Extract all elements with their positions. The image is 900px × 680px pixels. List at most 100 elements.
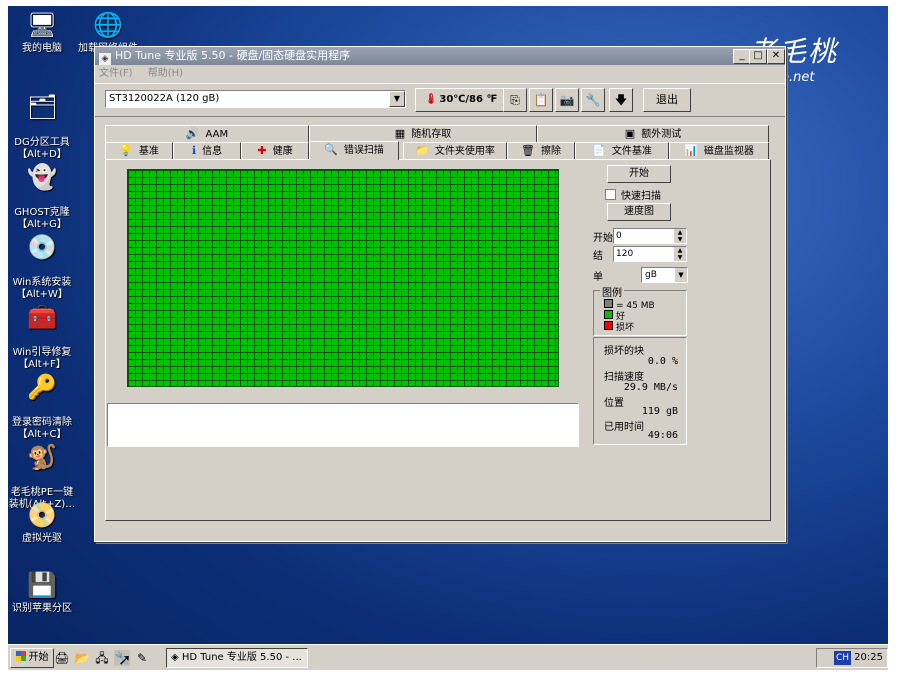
tab-folder-usage[interactable]: 📁 文件夹使用率 <box>403 142 507 160</box>
scan-stats-group: 损坏的块 0.0 % 扫描速度 29.9 MB/s 位置 119 gB 已用时间… <box>593 337 687 445</box>
folder-icon: 📁 <box>415 144 429 157</box>
key-icon: 🔑 <box>27 373 57 401</box>
bar-chart-icon: 📊 <box>684 144 698 157</box>
save-button[interactable]: 🡇 <box>609 88 633 112</box>
hdtune-task-icon: ◈ <box>171 652 182 663</box>
desktop-icon-dg-partition[interactable]: 🗂 DG分区工具 【Alt+D】 <box>8 80 80 161</box>
desktop-icon-laomaotao-pe[interactable]: 🐒 老毛桃PE一键 装机(Alt+Z)… <box>8 430 80 511</box>
quick-scan-label: 快速扫描 <box>621 191 661 202</box>
toolbar: ST3120022A (120 gB) ▼ 🌡 30℃/86 ℉ ⎘ 📋 📷 🔧 … <box>95 83 785 117</box>
install-disc-icon: 💿 <box>27 233 57 261</box>
elapsed-time-value: 49:06 <box>647 430 678 441</box>
maximize-button[interactable]: □ <box>749 49 767 64</box>
bad-swatch <box>604 321 613 330</box>
copy-icon: ⎘ <box>510 93 520 107</box>
checkbox-box[interactable] <box>605 189 616 200</box>
tab-error-scan[interactable]: 🔍 错误扫描 <box>309 141 399 160</box>
drive-select[interactable]: ST3120022A (120 gB) ▼ <box>105 90 406 108</box>
tab-disk-monitor[interactable]: 📊 磁盘监视器 <box>669 142 769 160</box>
elapsed-time-label: 已用时间 <box>604 422 644 433</box>
position-label: 位置 <box>604 398 624 409</box>
quicklaunch-network-icon[interactable]: 🖧 <box>94 650 110 666</box>
globe-icon: 🌐 <box>93 11 123 39</box>
tab-row-bottom: 💡 基准 ℹ 信息 ✚ 健康 🔍 错误扫描 📁 文件夹使用率 🗑 擦除 📄 文件… <box>105 141 771 160</box>
quicklaunch-printer-icon[interactable]: 🖨 <box>54 650 70 666</box>
windows-logo-icon <box>15 651 26 661</box>
menu-file[interactable]: 文件(F) <box>99 68 133 79</box>
start-position-value: 0 <box>616 231 622 241</box>
desktop-icon-ghost[interactable]: 👻 GHOST克隆 【Alt+G】 <box>8 150 80 231</box>
speed-map-button[interactable]: 速度图 <box>607 203 671 221</box>
quicklaunch-folder-icon[interactable]: 📂 <box>74 650 90 666</box>
taskbar-button-label: HD Tune 专业版 5.50 - ... <box>181 652 302 663</box>
damaged-blocks-label: 损坏的块 <box>604 346 644 357</box>
tab-aam[interactable]: 🔊 AAM <box>105 125 309 143</box>
drive-select-value: ST3120022A (120 gB) <box>109 93 220 104</box>
tab-benchmark[interactable]: 💡 基准 <box>105 142 173 160</box>
clipboard-icon: 📋 <box>533 93 549 107</box>
app-icon: ◈ <box>99 53 111 65</box>
start-label: 开始 <box>593 233 613 244</box>
window-icon: ▣ <box>624 127 636 140</box>
desktop-icon-boot-repair[interactable]: 🧰 Win引导修复 【Alt+F】 <box>8 290 80 371</box>
start-scan-button[interactable]: 开始 <box>607 165 671 183</box>
copy-text-button[interactable]: ⎘ <box>503 88 527 112</box>
mouse-cursor-icon: ➚ <box>118 650 132 669</box>
scan-speed-label: 扫描速度 <box>604 372 644 383</box>
tab-label: 随机存取 <box>411 129 452 140</box>
spinner-icon[interactable]: ▲ ▼ <box>674 229 686 243</box>
magnifier-icon: 🔍 <box>324 143 338 156</box>
thermometer-icon: 🌡 <box>424 94 438 105</box>
block-swatch <box>604 299 613 308</box>
computer-icon: 🖥 <box>27 11 58 39</box>
window-titlebar[interactable]: ◈ HD Tune 专业版 5.50 - 硬盘/固态硬盘实用程序 _ □ ✕ <box>95 47 785 65</box>
quick-scan-checkbox[interactable]: 快速扫描 <box>605 187 661 202</box>
tab-extra-tests[interactable]: ▣ 额外测试 <box>537 125 769 143</box>
scan-speed-value: 29.9 MB/s <box>623 382 678 393</box>
chevron-down-icon[interactable]: ▼ <box>389 91 405 107</box>
file-icon: 📄 <box>592 144 606 157</box>
menu-bar: 文件(F) 帮助(H) <box>95 65 785 83</box>
taskbar-button-hdtune[interactable]: ◈ HD Tune 专业版 5.50 - ... <box>166 648 308 668</box>
legend-title: 图例 <box>600 284 624 299</box>
close-button[interactable]: ✕ <box>767 49 785 64</box>
temperature-value: 30℃/86 ℉ <box>439 94 498 105</box>
tab-label: 擦除 <box>540 146 561 157</box>
tab-file-benchmark[interactable]: 📄 文件基准 <box>575 142 669 160</box>
desktop-icon-label: 识别苹果分区 <box>12 603 72 614</box>
start-button[interactable]: 开始 <box>10 648 54 668</box>
tab-info[interactable]: ℹ 信息 <box>173 142 241 160</box>
disc-icon: 📀 <box>27 501 57 529</box>
tab-erase[interactable]: 🗑 擦除 <box>507 142 575 160</box>
desktop-icon-apple-partition[interactable]: 💾 识别苹果分区 <box>8 570 80 615</box>
tab-row-top: 🔊 AAM ▦ 随机存取 ▣ 额外测试 <box>105 125 771 143</box>
options-button[interactable]: 🔧 <box>581 88 605 112</box>
copy-screenshot-button[interactable]: 📋 <box>529 88 553 112</box>
desktop-icon-virtual-drive[interactable]: 📀 虚拟光驱 <box>8 500 80 545</box>
chevron-down-icon[interactable]: ▼ <box>675 268 687 282</box>
exit-button[interactable]: 退出 <box>643 88 691 112</box>
legend-group: 图例 = 45 MB 好 损坏 <box>593 284 687 336</box>
menu-help[interactable]: 帮助(H) <box>148 68 183 79</box>
speaker-icon: 🔊 <box>185 127 200 140</box>
tab-health[interactable]: ✚ 健康 <box>241 142 309 160</box>
quicklaunch-eraser-icon[interactable]: ✎ <box>134 650 150 666</box>
unit-select[interactable]: gB ▼ <box>641 267 688 283</box>
temperature-display: 🌡 30℃/86 ℉ <box>415 88 507 112</box>
lightbulb-icon: 💡 <box>119 144 133 157</box>
unit-label: 单 <box>593 272 603 283</box>
start-position-input[interactable]: 0 ▲ ▼ <box>613 228 687 244</box>
ime-indicator[interactable]: CH <box>834 651 852 665</box>
tab-label: 基准 <box>138 146 159 157</box>
desktop-icon-password-clear[interactable]: 🔑 登录密码清除 【Alt+C】 <box>8 360 80 441</box>
spinner-icon[interactable]: ▲ ▼ <box>674 247 686 261</box>
screenshot-button[interactable]: 📷 <box>555 88 579 112</box>
end-position-value: 120 <box>616 249 634 259</box>
desktop-icon-win-install[interactable]: 💿 Win系统安装 【Alt+W】 <box>8 220 80 301</box>
position-value: 119 gB <box>641 406 678 417</box>
system-tray: CH 20:25 <box>816 648 888 668</box>
scan-log-box <box>107 403 579 447</box>
good-swatch <box>604 310 613 319</box>
tab-strip: 🔊 AAM ▦ 随机存取 ▣ 额外测试 💡 基准 ℹ 信息 ✚ 健康 🔍 错误扫… <box>105 125 771 160</box>
end-position-input[interactable]: 120 ▲ ▼ <box>613 246 687 262</box>
